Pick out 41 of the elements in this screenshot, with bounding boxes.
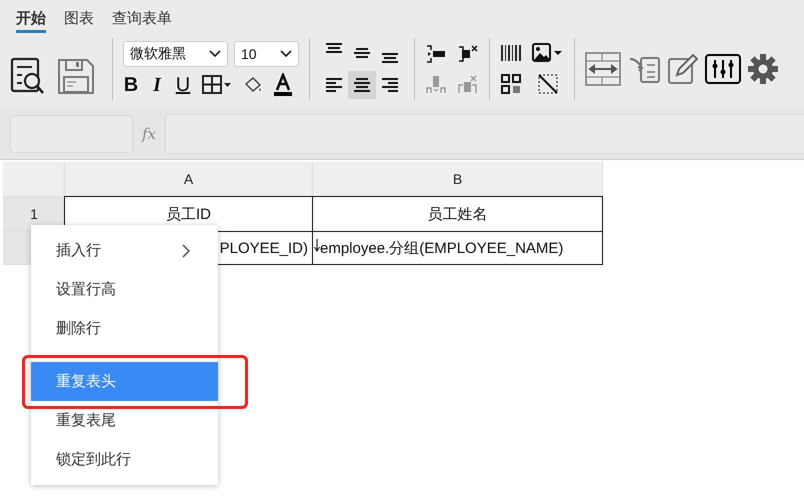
edit-icon[interactable] bbox=[667, 53, 699, 85]
column-header[interactable]: A bbox=[65, 162, 313, 197]
ribbon-tab[interactable]: 开始 bbox=[16, 9, 46, 33]
table-cell: employee.分组(EMPLOYEE_NAME) bbox=[312, 231, 603, 265]
down-arrow-icon bbox=[314, 238, 320, 252]
underline-button[interactable]: U bbox=[175, 74, 191, 96]
chevron-right-icon bbox=[182, 244, 190, 258]
diagonal-cell-icon[interactable] bbox=[537, 73, 559, 95]
chevron-down-icon bbox=[280, 50, 292, 58]
settings-icon[interactable] bbox=[747, 53, 779, 85]
column-width-icon[interactable] bbox=[585, 52, 621, 86]
image-icon[interactable] bbox=[532, 43, 564, 63]
left-align-icon bbox=[325, 78, 343, 92]
sliders-icon[interactable] bbox=[705, 54, 741, 84]
italic-button[interactable]: I bbox=[149, 74, 165, 96]
borders-icon[interactable] bbox=[201, 74, 233, 96]
qr-code-icon[interactable] bbox=[500, 73, 522, 95]
barcode-icon[interactable] bbox=[500, 43, 522, 63]
ribbon-tab[interactable]: 查询表单 bbox=[112, 9, 172, 33]
menu-item[interactable]: 重复表尾 bbox=[31, 401, 218, 440]
ribbon-tab[interactable]: 图表 bbox=[64, 9, 94, 33]
center-align-icon bbox=[353, 78, 371, 92]
font-size-dropdown[interactable]: 10 bbox=[234, 41, 299, 67]
top-align-icon bbox=[325, 43, 343, 53]
delete-row-icon[interactable] bbox=[457, 44, 479, 64]
center-align-button[interactable] bbox=[348, 71, 376, 99]
menu-item[interactable]: 删除行 bbox=[31, 309, 218, 348]
font-family-dropdown[interactable]: 微软雅黑 bbox=[123, 41, 228, 67]
menu-item[interactable]: 设置行高 bbox=[31, 270, 218, 309]
chevron-down-icon bbox=[209, 50, 221, 58]
menu-item[interactable]: 锁定到此行 bbox=[31, 440, 218, 479]
column-header[interactable]: B bbox=[313, 162, 603, 197]
table-cell: 员工姓名 bbox=[312, 196, 603, 232]
bold-button[interactable]: B bbox=[123, 74, 139, 96]
corner-cell[interactable] bbox=[3, 162, 65, 197]
insert-row-icon[interactable] bbox=[425, 44, 447, 64]
right-align-icon bbox=[381, 78, 399, 92]
bottom-align-icon bbox=[381, 53, 399, 63]
function-label: fx bbox=[140, 124, 157, 142]
font-color-icon[interactable] bbox=[273, 73, 293, 97]
middle-align-icon bbox=[353, 48, 371, 58]
